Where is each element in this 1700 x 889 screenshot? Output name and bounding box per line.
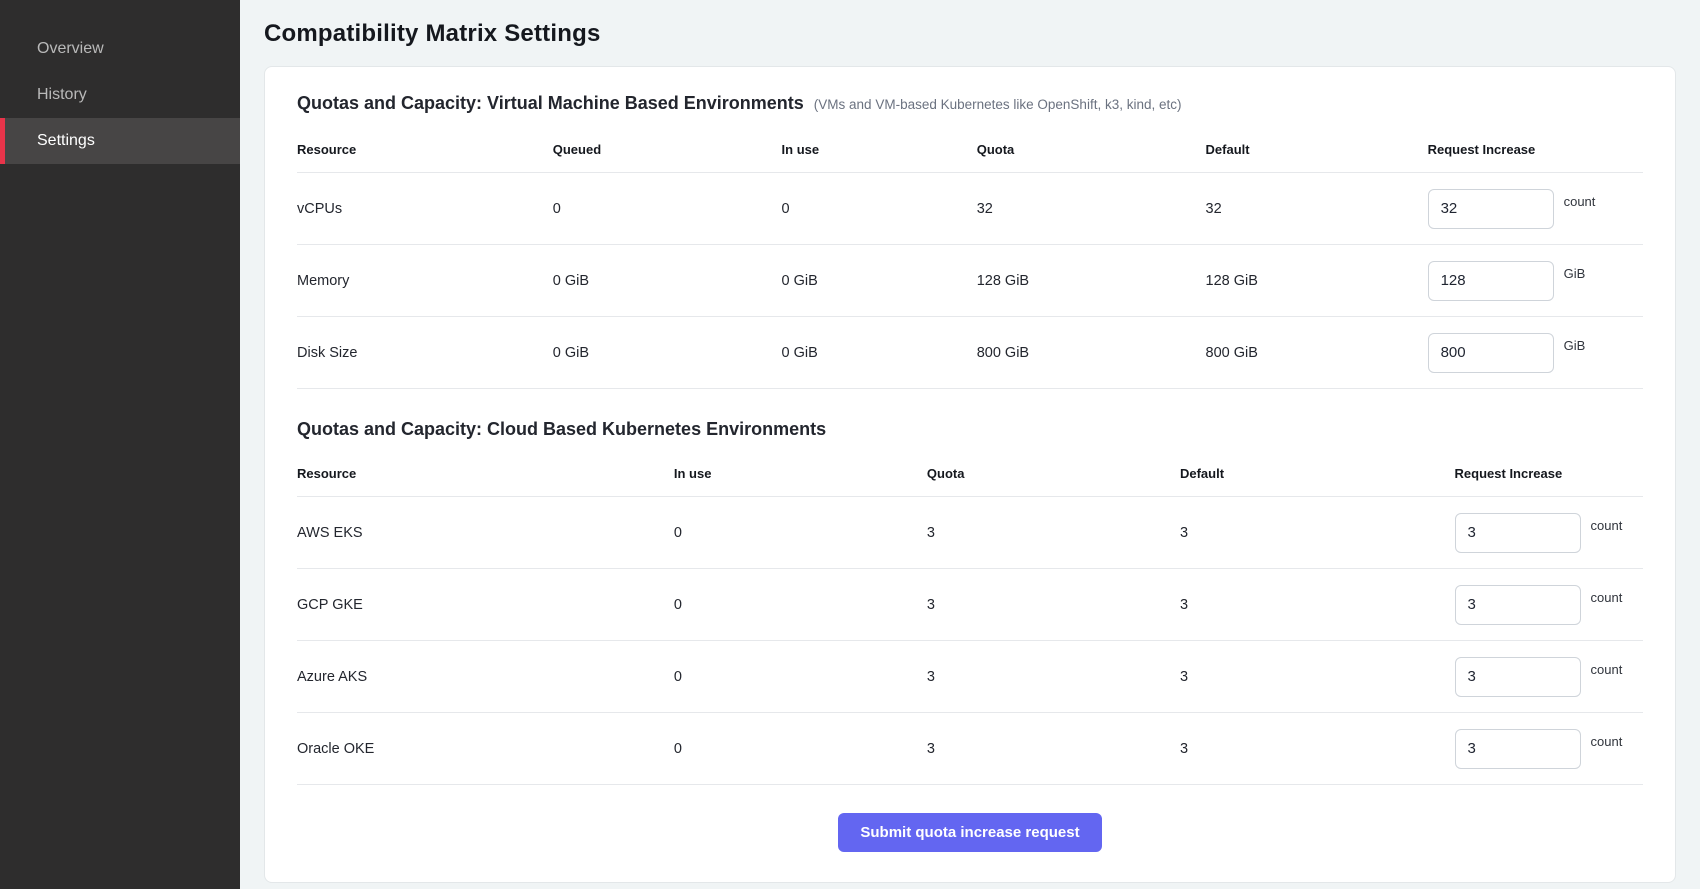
vcpus-request-input[interactable] xyxy=(1428,189,1554,229)
unit-label: count xyxy=(1591,590,1623,605)
queued-value: 0 GiB xyxy=(553,245,782,317)
in-use-value: 0 xyxy=(674,569,927,641)
submit-quota-increase-button[interactable]: Submit quota increase request xyxy=(838,813,1101,852)
cloud-col-request-increase: Request Increase xyxy=(1455,450,1643,497)
table-row: Memory 0 GiB 0 GiB 128 GiB 128 GiB GiB xyxy=(297,245,1643,317)
unit-label: count xyxy=(1591,734,1623,749)
memory-request-input[interactable] xyxy=(1428,261,1554,301)
resource-name: vCPUs xyxy=(297,173,553,245)
resource-name: GCP GKE xyxy=(297,569,674,641)
in-use-value: 0 xyxy=(782,173,977,245)
unit-label: GiB xyxy=(1564,338,1586,353)
default-value: 3 xyxy=(1180,497,1455,569)
vm-col-request-increase: Request Increase xyxy=(1428,126,1643,173)
quota-value: 800 GiB xyxy=(977,317,1206,389)
cloud-quota-table: Resource In use Quota Default Request In… xyxy=(297,450,1643,785)
in-use-value: 0 GiB xyxy=(782,245,977,317)
quotas-card: Quotas and Capacity: Virtual Machine Bas… xyxy=(264,66,1676,883)
sidebar: Overview History Settings xyxy=(0,0,240,889)
default-value: 32 xyxy=(1206,173,1428,245)
unit-label: count xyxy=(1591,518,1623,533)
azure-aks-request-input[interactable] xyxy=(1455,657,1581,697)
vm-section-subtitle: (VMs and VM-based Kubernetes like OpenSh… xyxy=(814,97,1182,112)
resource-name: AWS EKS xyxy=(297,497,674,569)
default-value: 3 xyxy=(1180,713,1455,785)
resource-name: Azure AKS xyxy=(297,641,674,713)
main-content: Compatibility Matrix Settings Quotas and… xyxy=(240,0,1700,889)
in-use-value: 0 xyxy=(674,497,927,569)
table-row: Azure AKS 0 3 3 count xyxy=(297,641,1643,713)
page-title: Compatibility Matrix Settings xyxy=(264,20,1676,48)
default-value: 128 GiB xyxy=(1206,245,1428,317)
quota-value: 3 xyxy=(927,569,1180,641)
sidebar-item-history[interactable]: History xyxy=(0,72,240,118)
quota-value: 128 GiB xyxy=(977,245,1206,317)
vm-table-header-row: Resource Queued In use Quota Default Req… xyxy=(297,126,1643,173)
default-value: 3 xyxy=(1180,569,1455,641)
unit-label: count xyxy=(1564,194,1596,209)
cloud-col-quota: Quota xyxy=(927,450,1180,497)
cloud-section-header: Quotas and Capacity: Cloud Based Kuberne… xyxy=(297,419,1643,440)
cloud-table-header-row: Resource In use Quota Default Request In… xyxy=(297,450,1643,497)
in-use-value: 0 xyxy=(674,641,927,713)
cloud-section-title: Quotas and Capacity: Cloud Based Kuberne… xyxy=(297,419,826,440)
oracle-oke-request-input[interactable] xyxy=(1455,729,1581,769)
vm-quota-table: Resource Queued In use Quota Default Req… xyxy=(297,126,1643,389)
quota-value: 3 xyxy=(927,641,1180,713)
vm-col-resource: Resource xyxy=(297,126,553,173)
vm-col-default: Default xyxy=(1206,126,1428,173)
resource-name: Oracle OKE xyxy=(297,713,674,785)
default-value: 800 GiB xyxy=(1206,317,1428,389)
vm-col-queued: Queued xyxy=(553,126,782,173)
quota-value: 3 xyxy=(927,497,1180,569)
sidebar-item-overview[interactable]: Overview xyxy=(0,26,240,72)
table-row: Oracle OKE 0 3 3 count xyxy=(297,713,1643,785)
unit-label: GiB xyxy=(1564,266,1586,281)
submit-area: Submit quota increase request xyxy=(297,813,1643,852)
sidebar-item-settings[interactable]: Settings xyxy=(0,118,240,164)
table-row: GCP GKE 0 3 3 count xyxy=(297,569,1643,641)
quota-value: 3 xyxy=(927,713,1180,785)
disk-size-request-input[interactable] xyxy=(1428,333,1554,373)
queued-value: 0 xyxy=(553,173,782,245)
cloud-col-in-use: In use xyxy=(674,450,927,497)
cloud-col-resource: Resource xyxy=(297,450,674,497)
resource-name: Disk Size xyxy=(297,317,553,389)
vm-col-quota: Quota xyxy=(977,126,1206,173)
resource-name: Memory xyxy=(297,245,553,317)
table-row: AWS EKS 0 3 3 count xyxy=(297,497,1643,569)
aws-eks-request-input[interactable] xyxy=(1455,513,1581,553)
table-row: Disk Size 0 GiB 0 GiB 800 GiB 800 GiB Gi… xyxy=(297,317,1643,389)
vm-col-in-use: In use xyxy=(782,126,977,173)
vm-section-header: Quotas and Capacity: Virtual Machine Bas… xyxy=(297,93,1643,114)
queued-value: 0 GiB xyxy=(553,317,782,389)
in-use-value: 0 GiB xyxy=(782,317,977,389)
cloud-col-default: Default xyxy=(1180,450,1455,497)
quota-value: 32 xyxy=(977,173,1206,245)
vm-section-title: Quotas and Capacity: Virtual Machine Bas… xyxy=(297,93,804,114)
default-value: 3 xyxy=(1180,641,1455,713)
table-row: vCPUs 0 0 32 32 count xyxy=(297,173,1643,245)
unit-label: count xyxy=(1591,662,1623,677)
gcp-gke-request-input[interactable] xyxy=(1455,585,1581,625)
in-use-value: 0 xyxy=(674,713,927,785)
